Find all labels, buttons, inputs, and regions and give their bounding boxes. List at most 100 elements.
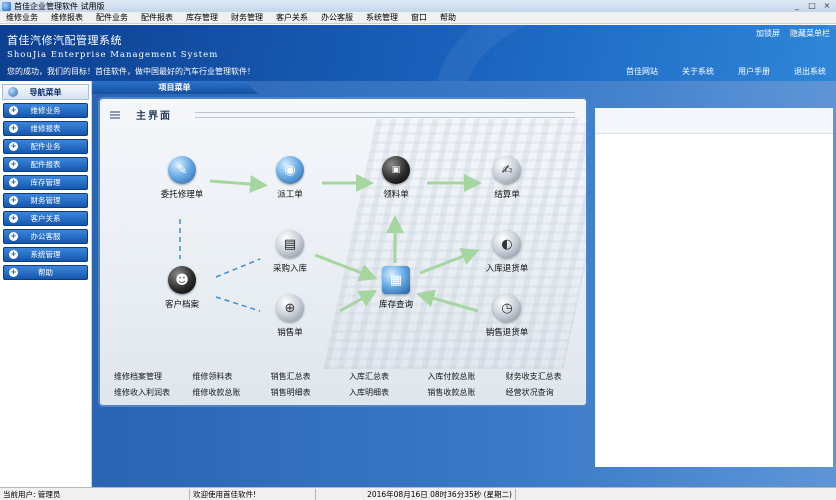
maximize-button[interactable]: □ [805, 1, 819, 11]
audio-device-icon: ◐ [493, 230, 521, 258]
right-panel [595, 108, 833, 467]
main-area: 项目菜单 主界面 ✎ 委托修理单 ◉ 派工单 ▣ 领料单 ✍ 结算单 ▤ 采购入… [92, 81, 836, 487]
link-stock-in-summary[interactable]: 入库汇总表 [349, 371, 427, 382]
sidebar-item-label: 办公客服 [30, 232, 61, 241]
node-label: 入库退货单 [485, 264, 529, 274]
node-entrust[interactable]: ✎ 委托修理单 [142, 156, 222, 200]
header-nav-links: 首佳网站 关于系统 用户手册 退出系统 [626, 66, 826, 77]
node-label: 采购入库 [272, 264, 307, 274]
node-sales[interactable]: ⊕ 销售单 [250, 294, 330, 338]
menu-system[interactable]: 系统管理 [360, 12, 405, 23]
sidebar-item-label: 库存管理 [30, 178, 61, 187]
node-settlement[interactable]: ✍ 结算单 [467, 156, 547, 200]
menu-parts-business[interactable]: 配件业务 [90, 12, 135, 23]
sidebar-item-parts-reports[interactable]: + 配件报表 [3, 157, 88, 172]
menu-window[interactable]: 窗口 [405, 12, 434, 23]
current-user: 当前用户: 管理员 [0, 488, 190, 500]
sidebar-item-repair-reports[interactable]: + 维修报表 [3, 121, 88, 136]
exit-link[interactable]: 退出系统 [794, 66, 826, 77]
link-business-status[interactable]: 经营状况查询 [506, 387, 584, 398]
node-label: 领料单 [383, 190, 409, 200]
node-return-in[interactable]: ◐ 入库退货单 [467, 230, 547, 274]
close-button[interactable]: × [820, 1, 834, 11]
sidebar-item-label: 系统管理 [30, 250, 61, 259]
menu-inventory[interactable]: 库存管理 [180, 12, 225, 23]
link-repair-picking-report[interactable]: 维修领料表 [192, 371, 270, 382]
manual-link[interactable]: 用户手册 [738, 66, 770, 77]
node-stock-query[interactable]: ▦ 库存查询 [356, 266, 436, 310]
clock-dial-icon: ◷ [493, 294, 521, 322]
link-repair-receipt-ledger[interactable]: 维修收款总账 [192, 387, 270, 398]
menu-finance[interactable]: 财务管理 [225, 12, 270, 23]
sidebar-item-repair-business[interactable]: + 维修业务 [3, 103, 88, 118]
node-label: 客户档案 [164, 300, 199, 310]
lock-screen-link[interactable]: 加锁屏 [756, 28, 780, 39]
expand-icon: + [9, 142, 18, 151]
link-stock-in-payment-ledger[interactable]: 入库付款总账 [427, 371, 505, 382]
nav-sidebar: 导航菜单 + 维修业务 + 维修报表 + 配件业务 + 配件报表 + 库存管理 + 财务管理… [0, 81, 92, 487]
sidebar-item-label: 帮助 [38, 268, 53, 277]
node-label: 销售退货单 [485, 328, 529, 338]
menu-parts-reports[interactable]: 配件报表 [135, 12, 180, 23]
system-subtitle: ShouJia Enterprise Management System [7, 50, 219, 60]
expand-icon: + [9, 196, 18, 205]
report-links: 维修档案管理 维修领料表 销售汇总表 入库汇总表 入库付款总账 财务收支汇总表 … [114, 371, 584, 398]
node-label: 委托修理单 [160, 190, 204, 200]
menu-bar: 维修业务 维修报表 配件业务 配件报表 库存管理 财务管理 客户关系 办公客服 … [0, 12, 836, 24]
link-repair-archive[interactable]: 维修档案管理 [114, 371, 192, 382]
menu-customer[interactable]: 客户关系 [270, 12, 315, 23]
node-dispatch[interactable]: ◉ 派工单 [250, 156, 330, 200]
sidebar-item-inventory[interactable]: + 库存管理 [3, 175, 88, 190]
sidebar-item-parts-business[interactable]: + 配件业务 [3, 139, 88, 154]
window-title: 首佳企业管理软件 试用版 [14, 1, 105, 11]
hide-menu-link[interactable]: 隐藏菜单栏 [790, 28, 830, 39]
expand-icon: + [9, 160, 18, 169]
tab-project-menu[interactable]: 项目菜单 [92, 81, 258, 94]
node-sales-return[interactable]: ◷ 销售退货单 [467, 294, 547, 338]
minimize-button[interactable]: _ [790, 1, 804, 11]
expand-icon: + [9, 214, 18, 223]
right-panel-strip [595, 108, 833, 134]
sidebar-item-help[interactable]: + 帮助 [3, 265, 88, 280]
node-purchase-in[interactable]: ▤ 采购入库 [250, 230, 330, 274]
link-sales-receipt-ledger[interactable]: 销售收款总账 [427, 387, 505, 398]
node-label: 派工单 [277, 190, 303, 200]
wrench-globe-icon: ✎ [168, 156, 196, 184]
sidebar-item-label: 维修报表 [30, 124, 61, 133]
link-repair-profit[interactable]: 维修收入利润表 [114, 387, 192, 398]
window-controls: _ □ × [790, 1, 834, 11]
node-label: 结算单 [494, 190, 520, 200]
sidebar-item-label: 客户关系 [30, 214, 61, 223]
node-customer[interactable]: ☻ 客户档案 [142, 266, 222, 310]
datetime-display: 2016年08月16日 08时36分35秒 (星期二) [316, 488, 516, 500]
sidebar-item-label: 维修业务 [30, 106, 61, 115]
status-bar: 当前用户: 管理员 欢迎使用首佳软件! 2016年08月16日 08时36分35… [0, 487, 836, 500]
app-header: 首佳汽修汽配管理系统 ShouJia Enterprise Management… [0, 25, 836, 81]
link-sales-detail[interactable]: 销售明细表 [271, 387, 349, 398]
link-finance-summary[interactable]: 财务收支汇总表 [506, 371, 584, 382]
menu-help[interactable]: 帮助 [434, 12, 463, 23]
header-top-links: 加锁屏 隐藏菜单栏 [756, 28, 830, 39]
node-picking[interactable]: ▣ 领料单 [356, 156, 436, 200]
nav-menu-icon [8, 87, 18, 97]
node-label: 销售单 [277, 328, 303, 338]
notepad-icon: ✍ [493, 156, 521, 184]
system-title: 首佳汽修汽配管理系统 [7, 34, 122, 47]
sidebar-item-office[interactable]: + 办公客服 [3, 229, 88, 244]
sidebar-item-system[interactable]: + 系统管理 [3, 247, 88, 262]
expand-icon: + [9, 250, 18, 259]
nav-menu-header: 导航菜单 [2, 84, 89, 100]
menu-repair-business[interactable]: 维修业务 [0, 12, 45, 23]
sidebar-item-customer[interactable]: + 客户关系 [3, 211, 88, 226]
website-link[interactable]: 首佳网站 [626, 66, 658, 77]
menu-office[interactable]: 办公客服 [315, 12, 360, 23]
warehouse-icon: ▦ [382, 266, 410, 294]
link-sales-summary[interactable]: 销售汇总表 [271, 371, 349, 382]
menu-repair-reports[interactable]: 维修报表 [45, 12, 90, 23]
sidebar-item-finance[interactable]: + 财务管理 [3, 193, 88, 208]
app-icon [2, 1, 11, 11]
title-bar: 首佳企业管理软件 试用版 _ □ × [0, 0, 836, 12]
expand-icon: + [9, 124, 18, 133]
about-link[interactable]: 关于系统 [682, 66, 714, 77]
link-stock-in-detail[interactable]: 入库明细表 [349, 387, 427, 398]
